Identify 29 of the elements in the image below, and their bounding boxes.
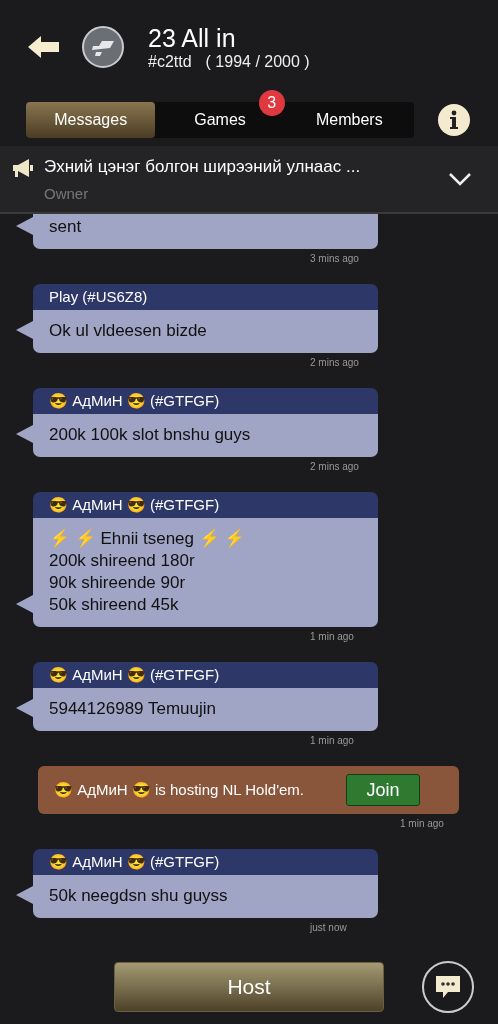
message-time: just now	[310, 922, 347, 933]
message-time: 1 min ago	[310, 631, 354, 642]
sender-name: 😎 АдМиН 😎 (#GTFGF)	[49, 496, 220, 513]
announcement-bar[interactable]: Эхний цэнэг болгон ширээний улнаас ... Owner	[0, 146, 498, 214]
notification-badge: 3	[258, 90, 285, 116]
message-time: 2 mins ago	[310, 357, 359, 368]
message-body: ⚡ ⚡ Ehnii tseneg ⚡ ⚡ 200k shireend 180r 90k shireende 90r 50k shireend 45k	[33, 518, 378, 627]
announcement-text: Эхний цэнэг болгон ширээний улнаас ...	[44, 156, 362, 177]
club-title: 23 All in	[148, 23, 237, 53]
member-count: ( 1994 / 2000 )	[205, 53, 310, 71]
message-time: 3 mins ago	[310, 253, 359, 264]
message-body: 200k 100k slot bnshu guys	[33, 414, 378, 457]
message-time: 1 min ago	[400, 818, 444, 829]
tab[interactable]: Members	[284, 102, 414, 138]
sender-name: 😎 АдМиН 😎 (#GTFGF)	[49, 853, 220, 870]
message-time: 1 min ago	[310, 735, 354, 746]
sender-name: 😎 АдМиН 😎 (#GTFGF)	[49, 392, 220, 409]
club-id: #c2ttd	[148, 53, 192, 71]
announcement-author: Owner	[44, 184, 90, 202]
host-button[interactable]: Host	[114, 962, 384, 1012]
sender-name: 😎 АдМиН 😎 (#GTFGF)	[49, 666, 220, 683]
message-body: 5944126989 Temuujin	[33, 688, 378, 731]
message-body: 50k neegdsn shu guyss	[33, 875, 378, 918]
sender-name: Play (#US6Z8)	[49, 288, 148, 305]
join-button[interactable]: Join	[346, 774, 420, 806]
message-time: 2 mins ago	[310, 461, 359, 472]
tab[interactable]: Messages	[26, 102, 156, 138]
invite-text: 😎 АдМиН 😎 is hosting NL Hold'em.	[54, 781, 305, 799]
message-body: Ok ul vldeesen bizde	[33, 310, 378, 353]
